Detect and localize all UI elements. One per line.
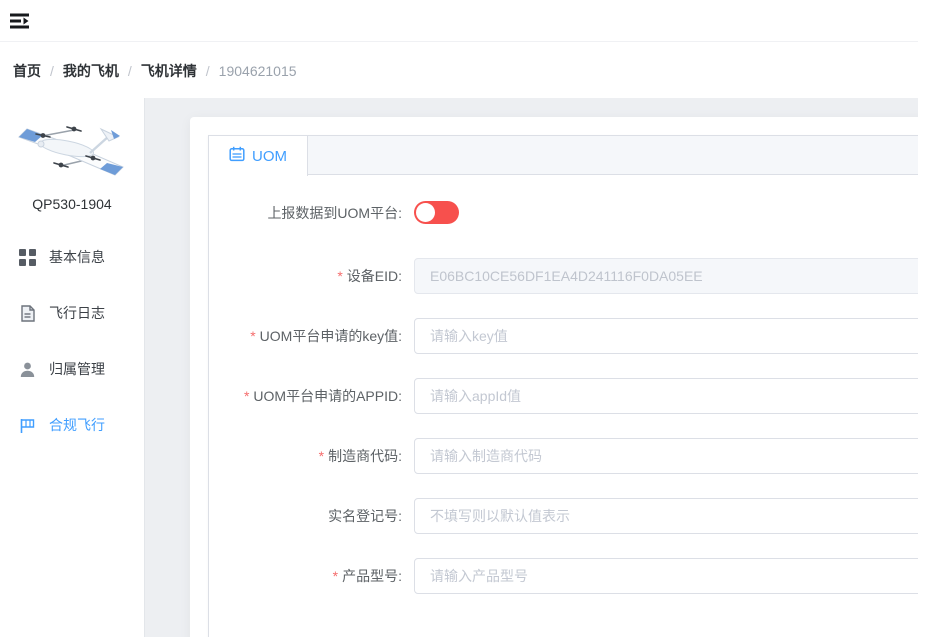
- topbar: [0, 0, 918, 42]
- sidebar-item-compliance-flight[interactable]: 合规飞行: [0, 402, 144, 448]
- breadcrumb: 首页 / 我的飞机 / 飞机详情 / 1904621015: [0, 43, 918, 98]
- breadcrumb-aircraft-detail[interactable]: 飞机详情: [141, 61, 197, 81]
- content-card: UOM 上报数据到UOM平台: *设备EID:: [190, 117, 918, 637]
- sidebar-item-basic-info[interactable]: 基本信息: [0, 234, 144, 280]
- toggle-label: 上报数据到UOM平台:: [224, 203, 414, 223]
- uom-key-input[interactable]: [414, 318, 918, 354]
- uom-form: 上报数据到UOM平台: *设备EID: *UOM平台申请的key值:: [224, 201, 918, 594]
- form-row-registration-number: 实名登记号:: [224, 498, 918, 534]
- form-row-uom-appid: *UOM平台申请的APPID:: [224, 378, 918, 414]
- sidebar-item-label: 合规飞行: [49, 415, 105, 435]
- field-label: *UOM平台申请的APPID:: [224, 386, 414, 406]
- calendar-icon: [229, 146, 245, 166]
- registration-number-input[interactable]: [414, 498, 918, 534]
- sidebar-item-flight-log[interactable]: 飞行日志: [0, 290, 144, 336]
- app-window: 首页 / 我的飞机 / 飞机详情 / 1904621015: [0, 0, 918, 637]
- tab-uom[interactable]: UOM: [209, 136, 308, 176]
- form-row-product-model: *产品型号:: [224, 558, 918, 594]
- required-star: *: [244, 388, 249, 404]
- required-star: *: [319, 448, 324, 464]
- user-icon: [19, 361, 36, 378]
- main-area: QP530-1904 基本信息: [0, 98, 918, 637]
- form-row-manufacturer-code: *制造商代码:: [224, 438, 918, 474]
- field-label: 实名登记号:: [224, 506, 414, 526]
- menu-unfold-icon[interactable]: [10, 11, 32, 31]
- tabs-container: UOM 上报数据到UOM平台: *设备EID:: [208, 135, 918, 637]
- required-star: *: [337, 268, 342, 284]
- sidebar-item-label: 基本信息: [49, 247, 105, 267]
- toggle-knob: [416, 203, 435, 222]
- manufacturer-code-input[interactable]: [414, 438, 918, 474]
- sidebar: QP530-1904 基本信息: [0, 98, 145, 637]
- field-label: *产品型号:: [224, 566, 414, 586]
- grid-icon: [19, 249, 36, 266]
- breadcrumb-separator: /: [128, 63, 132, 79]
- sidebar-item-ownership[interactable]: 归属管理: [0, 346, 144, 392]
- tab-label: UOM: [252, 148, 287, 165]
- drone-name: QP530-1904: [0, 196, 144, 212]
- required-star: *: [333, 568, 338, 584]
- device-eid-input: [414, 258, 918, 294]
- sidebar-item-label: 归属管理: [49, 359, 105, 379]
- uom-report-toggle[interactable]: [414, 201, 459, 224]
- field-label: *UOM平台申请的key值:: [224, 326, 414, 346]
- breadcrumb-aircraft-id: 1904621015: [219, 63, 297, 79]
- field-label: *制造商代码:: [224, 446, 414, 466]
- sidebar-menu: 基本信息 飞行日志: [0, 234, 144, 448]
- flag-icon: [19, 417, 36, 434]
- tab-header: UOM: [209, 136, 918, 175]
- document-icon: [19, 305, 36, 322]
- breadcrumb-separator: /: [206, 63, 210, 79]
- sidebar-item-label: 飞行日志: [49, 303, 105, 323]
- drone-image: [12, 112, 132, 182]
- uom-appid-input[interactable]: [414, 378, 918, 414]
- breadcrumb-my-aircraft[interactable]: 我的飞机: [63, 61, 119, 81]
- form-row-report-toggle: 上报数据到UOM平台:: [224, 201, 918, 224]
- breadcrumb-home[interactable]: 首页: [13, 61, 41, 81]
- form-row-uom-key: *UOM平台申请的key值:: [224, 318, 918, 354]
- tab-content: 上报数据到UOM平台: *设备EID: *UOM平台申请的key值:: [209, 175, 918, 594]
- breadcrumb-separator: /: [50, 63, 54, 79]
- field-label: *设备EID:: [224, 266, 414, 286]
- required-star: *: [250, 328, 255, 344]
- product-model-input[interactable]: [414, 558, 918, 594]
- form-row-device-eid: *设备EID:: [224, 258, 918, 294]
